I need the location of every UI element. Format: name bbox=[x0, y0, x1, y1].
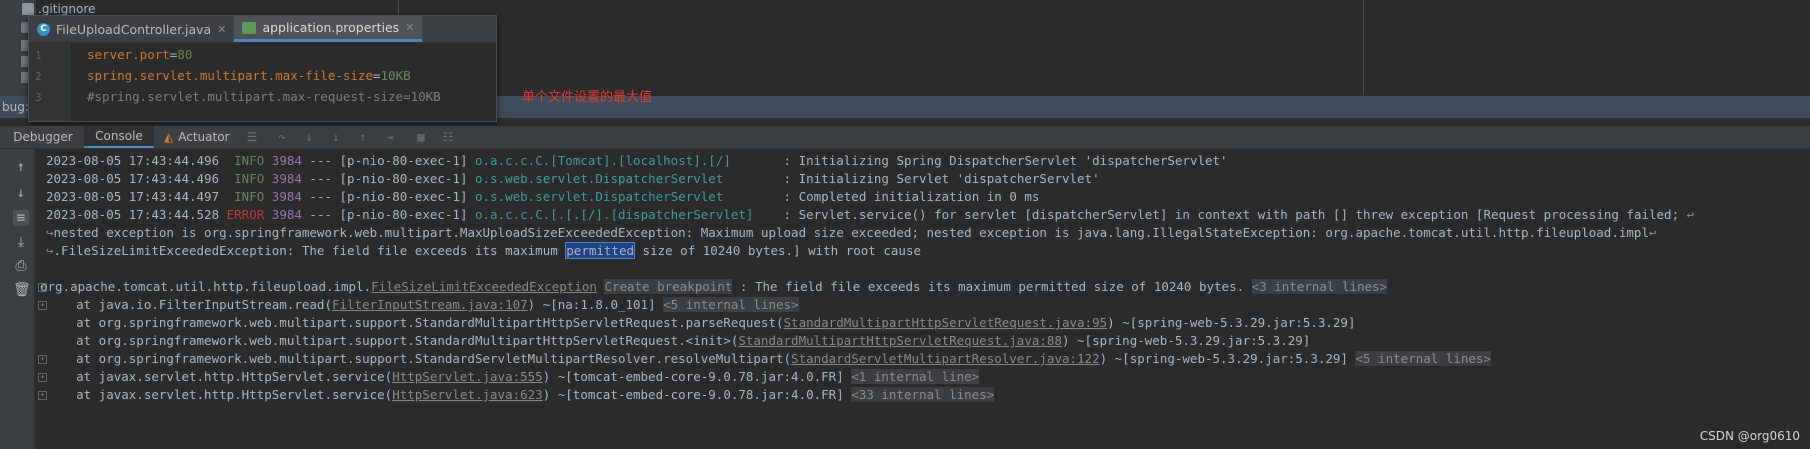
stack-frame: at org.springframework.web.multipart.sup… bbox=[46, 333, 1311, 348]
line-gutter: 1 2 3 bbox=[29, 43, 70, 121]
layout-icon[interactable]: ☰ bbox=[246, 131, 258, 143]
actuator-icon: ◭ bbox=[164, 130, 174, 144]
tree-item-gitignore[interactable]: .gitignore bbox=[22, 2, 95, 16]
tab-debugger[interactable]: Debugger bbox=[8, 126, 78, 148]
source-link[interactable]: StandardServletMultipartResolver.java:12… bbox=[791, 351, 1100, 366]
soft-wrap-icon: ↪ bbox=[46, 243, 54, 258]
watermark: CSDN @org0610 bbox=[1699, 429, 1800, 443]
step-into-icon[interactable]: ↓ bbox=[303, 131, 315, 143]
property-key: spring.servlet.multipart.max-file-size bbox=[87, 68, 373, 83]
log-line-wrapped: ↪nested exception is org.springframework… bbox=[46, 225, 1657, 240]
code-line[interactable]: spring.servlet.multipart.max-file-size=1… bbox=[87, 68, 411, 83]
line-number: 1 bbox=[35, 49, 42, 62]
exception-link[interactable]: FileSizeLimitExceededException bbox=[371, 279, 597, 294]
soft-wrap-icon: ↩ bbox=[1686, 207, 1695, 222]
tree-item-label: .gitignore bbox=[38, 2, 96, 16]
source-link[interactable]: HttpServlet.java:555 bbox=[392, 369, 543, 384]
stack-frame: at javax.servlet.http.HttpServlet.servic… bbox=[46, 369, 980, 384]
internal-lines-toggle[interactable]: <1 internal line> bbox=[851, 369, 980, 384]
log-line: 2023-08-05 17:43:44.496 INFO 3984 --- [p… bbox=[46, 153, 1228, 168]
selected-text: permitted bbox=[565, 242, 636, 259]
debug-label: bug: bbox=[2, 100, 29, 114]
soft-wrap-icon: ↩ bbox=[1648, 225, 1657, 240]
step-out-icon[interactable]: ↑ bbox=[357, 131, 369, 143]
log-line: 2023-08-05 17:43:44.496 INFO 3984 --- [p… bbox=[46, 171, 1100, 186]
tab-actuator[interactable]: ◭ Actuator bbox=[160, 126, 244, 148]
stack-frame: at java.io.FilterInputStream.read(Filter… bbox=[46, 297, 799, 312]
internal-lines-toggle[interactable]: <33 internal lines> bbox=[851, 387, 995, 402]
scroll-to-end-icon[interactable]: ⤓ bbox=[13, 234, 29, 250]
property-value: 10KB bbox=[380, 68, 411, 83]
tab-label: Actuator bbox=[178, 130, 230, 144]
property-value: 80 bbox=[177, 47, 193, 62]
close-icon[interactable]: ✕ bbox=[405, 21, 414, 34]
print-icon[interactable]: ⎙ bbox=[13, 258, 29, 274]
log-line-wrapped: ↪.FileSizeLimitExceededException: The fi… bbox=[46, 242, 921, 259]
internal-lines-toggle[interactable]: <5 internal lines> bbox=[1355, 351, 1491, 366]
evaluate-icon[interactable]: ▦ bbox=[415, 131, 427, 143]
tab-label: Debugger bbox=[13, 130, 73, 144]
source-link[interactable]: HttpServlet.java:623 bbox=[392, 387, 543, 402]
log-line: 2023-08-05 17:43:44.528 ERROR 3984 --- [… bbox=[46, 207, 1695, 222]
console-side-toolbar: ↑ ↓ ≡ ⤓ ⎙ 🗑 bbox=[0, 149, 35, 449]
log-line: 2023-08-05 17:43:44.497 INFO 3984 --- [p… bbox=[46, 189, 1040, 204]
stack-frame: at org.springframework.web.multipart.sup… bbox=[46, 315, 1356, 330]
property-key: server.port bbox=[87, 47, 170, 62]
source-link[interactable]: StandardMultipartHttpServletRequest.java… bbox=[738, 333, 1062, 348]
tab-application-properties[interactable]: application.properties ✕ bbox=[234, 16, 423, 42]
debug-tab-bar: Debugger Console ◭ Actuator ☰ ↷ ↓ ↓ ↑ ⇥ ▦… bbox=[0, 126, 1810, 149]
java-class-icon: C bbox=[37, 22, 50, 36]
step-over-icon[interactable]: ↷ bbox=[276, 131, 288, 143]
code-line[interactable]: #spring.servlet.multipart.max-request-si… bbox=[87, 89, 441, 104]
create-breakpoint-button[interactable]: Create breakpoint bbox=[604, 279, 733, 294]
down-arrow-icon[interactable]: ↓ bbox=[13, 185, 29, 201]
exception-line: org.apache.tomcat.util.http.fileupload.i… bbox=[40, 279, 1388, 294]
trace-icon[interactable]: ☷ bbox=[442, 131, 454, 143]
source-link[interactable]: StandardMultipartHttpServletRequest.java… bbox=[784, 315, 1108, 330]
console-output[interactable]: 2023-08-05 17:43:44.496 INFO 3984 --- [p… bbox=[36, 150, 1810, 449]
soft-wrap-icon[interactable]: ≡ bbox=[13, 210, 29, 226]
git-file-icon bbox=[22, 3, 34, 15]
comment: #spring.servlet.multipart.max-request-si… bbox=[87, 89, 441, 104]
tab-console[interactable]: Console bbox=[84, 126, 154, 148]
up-arrow-icon[interactable]: ↑ bbox=[13, 159, 29, 175]
trash-icon[interactable]: 🗑 bbox=[13, 282, 31, 298]
code-line[interactable]: server.port=80 bbox=[87, 47, 192, 62]
tab-label: FileUploadController.java bbox=[56, 21, 212, 37]
source-link[interactable]: FilterInputStream.java:107 bbox=[332, 297, 528, 312]
tab-label: Console bbox=[95, 129, 143, 143]
line-number: 3 bbox=[35, 91, 42, 104]
stack-frame: at javax.servlet.http.HttpServlet.servic… bbox=[46, 387, 995, 402]
internal-lines-toggle[interactable]: <3 internal lines> bbox=[1251, 279, 1388, 294]
recent-files-popup: C FileUploadController.java ✕ applicatio… bbox=[28, 15, 497, 122]
force-step-into-icon[interactable]: ↓ bbox=[330, 131, 342, 143]
soft-wrap-icon: ↪ bbox=[46, 225, 54, 240]
annotation-text: 单个文件设置的最大值 bbox=[522, 90, 653, 105]
properties-file-icon bbox=[242, 21, 257, 34]
internal-lines-toggle[interactable]: <5 internal lines> bbox=[663, 297, 799, 312]
tab-label: application.properties bbox=[262, 20, 400, 35]
tab-file-upload-controller[interactable]: C FileUploadController.java ✕ bbox=[29, 16, 234, 42]
divider bbox=[1363, 0, 1364, 95]
stack-frame: at org.springframework.web.multipart.sup… bbox=[46, 351, 1491, 366]
run-to-cursor-icon[interactable]: ⇥ bbox=[384, 131, 396, 143]
equals: = bbox=[372, 68, 381, 83]
close-icon[interactable]: ✕ bbox=[217, 23, 226, 36]
line-number: 2 bbox=[35, 70, 42, 83]
